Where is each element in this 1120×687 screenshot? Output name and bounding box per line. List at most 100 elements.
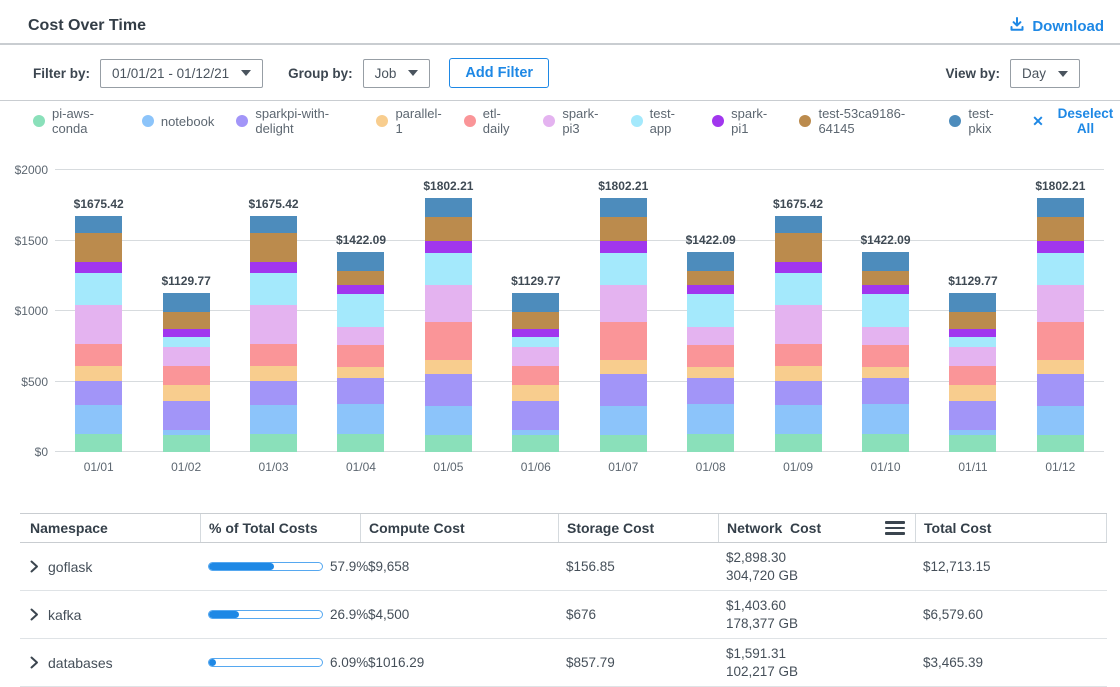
legend-item[interactable]: pi-aws-conda [33,106,120,136]
bar-segment-spark-pi3[interactable] [163,347,210,366]
bar-segment-parallel-1[interactable] [163,385,210,401]
bar-segment-sparkpi-with-delight[interactable] [337,378,384,404]
bar-segment-spark-pi3[interactable] [425,285,472,322]
bar-segment-test-app[interactable] [512,337,559,347]
bar-segment-spark-pi3[interactable] [250,305,297,343]
bar-segment-pi-aws-conda[interactable] [687,434,734,452]
bar-segment-pi-aws-conda[interactable] [775,434,822,452]
bar-segment-sparkpi-with-delight[interactable] [425,374,472,406]
bar-segment-spark-pi1[interactable] [775,262,822,272]
bar-segment-etl-daily[interactable] [250,344,297,367]
bar-segment-test-53ca9186-64145[interactable] [600,217,647,241]
bar-segment-spark-pi1[interactable] [512,329,559,337]
bar-segment-sparkpi-with-delight[interactable] [687,378,734,404]
bar-segment-etl-daily[interactable] [687,345,734,367]
group-by-dropdown[interactable]: Job [363,59,431,88]
bar-segment-test-pkix[interactable] [250,216,297,233]
expand-chevron-icon[interactable] [30,608,39,621]
bar-segment-notebook[interactable] [687,404,734,434]
bar-segment-parallel-1[interactable] [775,366,822,381]
bar-segment-parallel-1[interactable] [75,366,122,381]
bar-segment-spark-pi3[interactable] [687,327,734,345]
bar-segment-test-53ca9186-64145[interactable] [687,271,734,286]
bar-segment-etl-daily[interactable] [862,345,909,367]
bar-segment-test-app[interactable] [775,273,822,306]
bar-segment-spark-pi3[interactable] [862,327,909,345]
bar-segment-test-pkix[interactable] [425,198,472,217]
bar-segment-spark-pi3[interactable] [512,347,559,366]
bar-segment-test-pkix[interactable] [687,252,734,271]
bar-segment-parallel-1[interactable] [425,360,472,374]
bar-segment-pi-aws-conda[interactable] [600,435,647,452]
legend-item[interactable]: etl-daily [464,106,522,136]
stacked-bar[interactable] [687,252,734,452]
bar-segment-spark-pi3[interactable] [949,347,996,366]
stacked-bar[interactable] [600,198,647,452]
legend-item[interactable]: test-app [631,106,690,136]
bar-segment-spark-pi1[interactable] [600,241,647,253]
bar-segment-etl-daily[interactable] [425,322,472,360]
stacked-bar[interactable] [250,216,297,452]
legend-item[interactable]: spark-pi1 [712,106,777,136]
bar-segment-test-app[interactable] [425,253,472,285]
stacked-bar[interactable] [75,216,122,452]
expand-chevron-icon[interactable] [30,656,39,669]
table-row[interactable]: goflask57.9%$9,658$156.85$2,898.30304,72… [20,543,1107,591]
bar-segment-notebook[interactable] [425,406,472,435]
bar-segment-test-pkix[interactable] [775,216,822,233]
bar-segment-test-pkix[interactable] [862,252,909,271]
bar-segment-test-53ca9186-64145[interactable] [425,217,472,241]
bar-segment-etl-daily[interactable] [512,366,559,385]
bar-segment-parallel-1[interactable] [949,385,996,401]
bar-segment-notebook[interactable] [600,406,647,435]
legend-item[interactable]: test-53ca9186-64145 [799,106,927,136]
bar-segment-sparkpi-with-delight[interactable] [512,401,559,430]
bar-segment-etl-daily[interactable] [1037,322,1084,360]
bar-segment-test-app[interactable] [862,294,909,328]
bar-segment-spark-pi3[interactable] [75,305,122,343]
bar-segment-etl-daily[interactable] [600,322,647,360]
stacked-bar[interactable] [425,198,472,452]
bar-segment-sparkpi-with-delight[interactable] [949,401,996,430]
bar-segment-test-pkix[interactable] [512,293,559,312]
bar-segment-test-53ca9186-64145[interactable] [250,233,297,263]
stacked-bar[interactable] [337,252,384,452]
bar-segment-test-53ca9186-64145[interactable] [337,271,384,286]
bar-segment-test-app[interactable] [163,337,210,347]
legend-item[interactable]: notebook [142,114,215,129]
bar-segment-notebook[interactable] [337,404,384,434]
bar-segment-test-53ca9186-64145[interactable] [862,271,909,286]
stacked-bar[interactable] [1037,198,1084,452]
bar-segment-pi-aws-conda[interactable] [163,435,210,452]
bar-segment-test-app[interactable] [250,273,297,306]
expand-chevron-icon[interactable] [30,560,39,573]
bar-segment-spark-pi3[interactable] [1037,285,1084,322]
bar-segment-spark-pi3[interactable] [775,305,822,343]
bar-segment-parallel-1[interactable] [250,366,297,381]
table-row[interactable]: databases6.09%$1016.29$857.79$1,591.3110… [20,639,1107,687]
bar-segment-spark-pi1[interactable] [250,262,297,272]
bar-segment-notebook[interactable] [862,404,909,434]
bar-segment-test-pkix[interactable] [1037,198,1084,217]
deselect-all-button[interactable]: ✕ Deselect All [1032,106,1120,136]
bar-segment-notebook[interactable] [75,405,122,434]
bar-segment-spark-pi3[interactable] [600,285,647,322]
stacked-bar[interactable] [862,252,909,452]
bar-segment-notebook[interactable] [775,405,822,434]
download-button[interactable]: Download [1009,16,1104,36]
bar-segment-pi-aws-conda[interactable] [75,434,122,452]
column-menu-icon[interactable] [883,519,907,537]
bar-segment-test-53ca9186-64145[interactable] [949,312,996,329]
bar-segment-parallel-1[interactable] [1037,360,1084,374]
bar-segment-test-53ca9186-64145[interactable] [775,233,822,263]
bar-segment-pi-aws-conda[interactable] [949,435,996,452]
bar-segment-parallel-1[interactable] [512,385,559,401]
bar-segment-etl-daily[interactable] [949,366,996,385]
bar-segment-spark-pi1[interactable] [862,285,909,294]
bar-segment-test-app[interactable] [949,337,996,347]
bar-segment-pi-aws-conda[interactable] [862,434,909,452]
bar-segment-etl-daily[interactable] [337,345,384,367]
bar-segment-test-app[interactable] [687,294,734,328]
bar-segment-etl-daily[interactable] [775,344,822,367]
bar-segment-sparkpi-with-delight[interactable] [600,374,647,406]
